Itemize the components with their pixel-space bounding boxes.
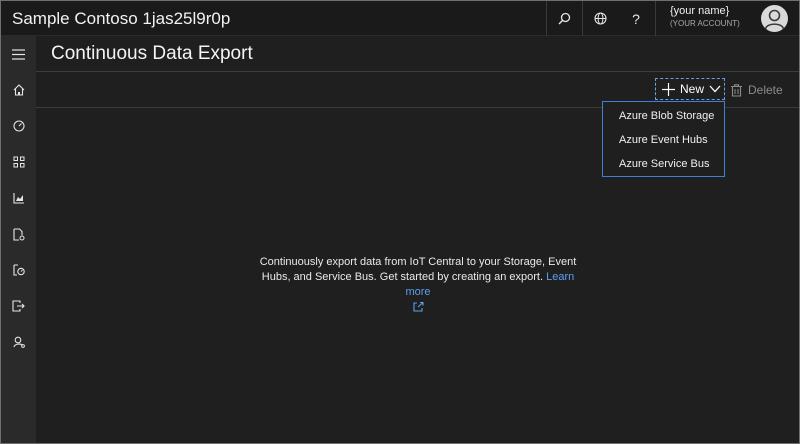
new-button[interactable]: New xyxy=(655,78,725,100)
menu-icon xyxy=(12,48,25,60)
rail-menu-button[interactable] xyxy=(1,42,36,66)
account-name: {your name} xyxy=(670,5,730,17)
rail-administration[interactable] xyxy=(1,330,36,354)
administration-icon xyxy=(12,336,25,348)
account-subtitle: (YOUR ACCOUNT) xyxy=(670,19,740,28)
rail-rules[interactable] xyxy=(1,258,36,282)
globe-icon xyxy=(594,12,607,25)
help-button[interactable]: ? xyxy=(618,1,654,36)
window-frame xyxy=(0,0,800,444)
empty-state-text: Hubs, and Service Bus. Get started by cr… xyxy=(261,271,544,283)
dashboard-icon xyxy=(12,120,25,132)
chevron-down-icon xyxy=(709,85,721,93)
empty-state: Continuously export data from IoT Centra… xyxy=(252,255,584,312)
rail-apps[interactable] xyxy=(1,150,36,174)
apps-icon xyxy=(13,156,24,168)
avatar[interactable] xyxy=(761,5,788,32)
person-icon xyxy=(764,9,785,30)
new-button-label: New xyxy=(680,82,705,96)
rules-icon xyxy=(12,264,25,276)
empty-state-line2: Hubs, and Service Bus. Get started by cr… xyxy=(252,270,584,300)
rail-analytics[interactable] xyxy=(1,186,36,210)
rail-home[interactable] xyxy=(1,78,36,102)
delete-button[interactable]: Delete xyxy=(731,80,783,100)
divider xyxy=(36,71,799,72)
menu-item-azure-service-bus[interactable]: Azure Service Bus xyxy=(603,152,724,176)
new-dropdown-menu: Azure Blob Storage Azure Event Hubs Azur… xyxy=(602,101,725,177)
home-icon xyxy=(13,84,24,96)
rail-data-export[interactable] xyxy=(1,294,36,318)
left-nav-rail xyxy=(1,36,36,443)
page-title: Continuous Data Export xyxy=(51,43,253,64)
account-menu[interactable]: {your name} (YOUR ACCOUNT) xyxy=(655,1,799,36)
export-icon xyxy=(12,300,25,312)
external-link-icon[interactable] xyxy=(412,302,424,312)
trash-icon xyxy=(731,83,742,97)
delete-button-label: Delete xyxy=(748,83,783,97)
device-templates-icon xyxy=(12,227,24,241)
app-title: Sample Contoso 1jas25l9r0p xyxy=(12,9,231,28)
search-icon xyxy=(558,12,571,25)
top-bar: Sample Contoso 1jas25l9r0p ? {your name}… xyxy=(1,1,799,36)
rail-dashboard[interactable] xyxy=(1,114,36,138)
help-label: ? xyxy=(632,10,640,27)
plus-icon xyxy=(662,82,675,96)
search-button[interactable] xyxy=(546,1,582,36)
empty-state-line1: Continuously export data from IoT Centra… xyxy=(259,256,577,268)
menu-item-azure-blob-storage[interactable]: Azure Blob Storage xyxy=(603,104,724,128)
rail-device-templates[interactable] xyxy=(1,222,36,246)
language-button[interactable] xyxy=(582,1,618,36)
analytics-icon xyxy=(12,193,24,204)
menu-item-azure-event-hubs[interactable]: Azure Event Hubs xyxy=(603,128,724,152)
